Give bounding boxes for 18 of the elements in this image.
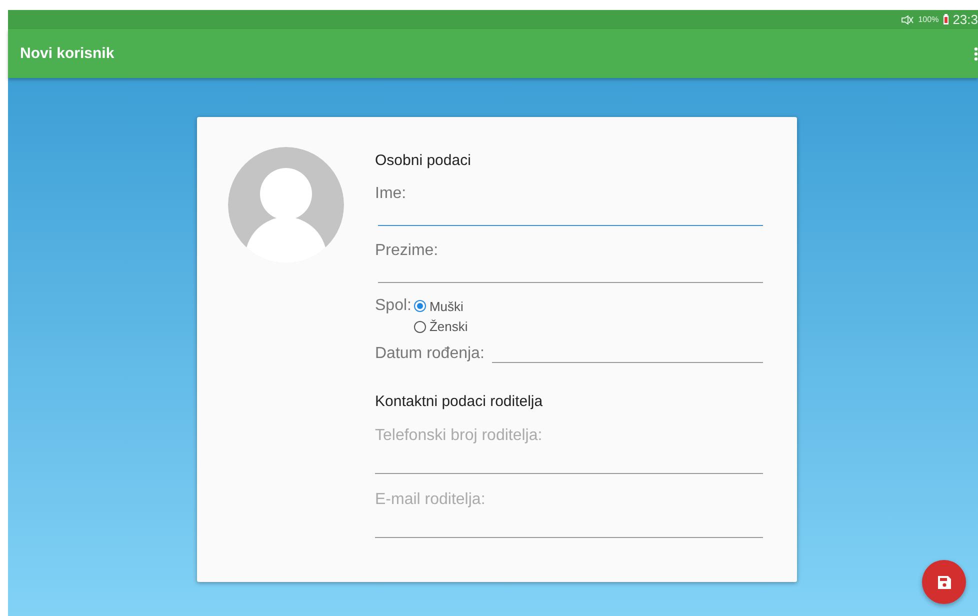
field-label: Ime: <box>375 185 408 203</box>
section-heading: Osobni podaci <box>375 152 472 169</box>
input-field[interactable]: E-mail roditelja: <box>375 488 763 538</box>
more-icon[interactable] <box>974 46 978 60</box>
clock: 23:3 <box>952 12 978 27</box>
radio-option[interactable]: Ženski <box>414 319 468 334</box>
field-label: Spol: <box>375 297 412 315</box>
field-label: Datum rođenja: <box>375 345 484 363</box>
section-heading: Kontaktni podaci roditelja <box>375 393 544 410</box>
input-field[interactable]: Telefonski broj roditelja: <box>375 424 763 474</box>
battery-percent: 100% <box>918 15 939 24</box>
avatar-icon[interactable] <box>228 147 344 263</box>
field-label: Prezime: <box>375 242 440 260</box>
radio-option[interactable]: Muški <box>414 297 468 315</box>
mute-icon <box>900 14 914 24</box>
screen-title: Novi korisnik <box>20 45 114 62</box>
save-button[interactable] <box>922 560 966 604</box>
battery-icon <box>942 14 949 25</box>
